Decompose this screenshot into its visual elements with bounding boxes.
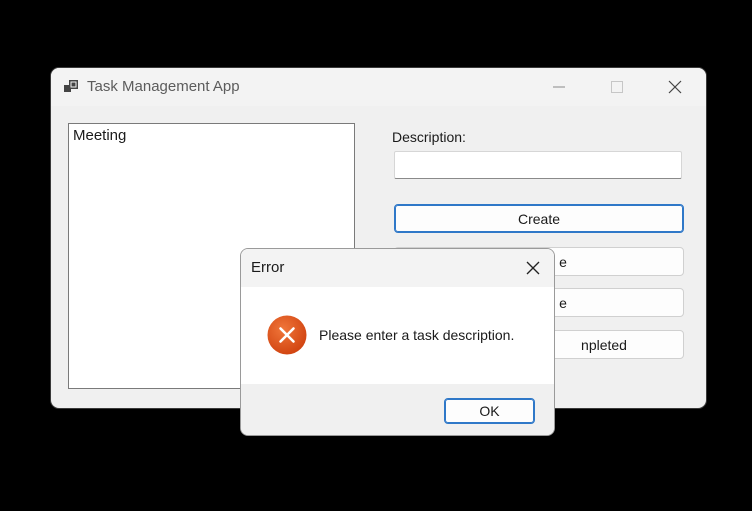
create-button[interactable]: Create: [394, 204, 684, 233]
error-icon: [267, 315, 307, 355]
ok-button[interactable]: OK: [444, 398, 535, 424]
window-title: Task Management App: [87, 78, 240, 95]
list-item[interactable]: Meeting: [73, 127, 350, 145]
app-icon: [64, 80, 78, 92]
dialog-footer: OK: [241, 384, 554, 435]
dialog-title-bar[interactable]: Error: [241, 249, 554, 287]
description-label: Description:: [392, 129, 466, 145]
dialog-title: Error: [251, 259, 285, 276]
dialog-body: Please enter a task description.: [241, 287, 554, 384]
description-input[interactable]: [394, 151, 682, 179]
title-bar[interactable]: Task Management App: [51, 68, 706, 106]
maximize-icon: [611, 81, 623, 93]
maximize-button[interactable]: [594, 68, 640, 106]
button-4-label: npleted: [581, 336, 627, 353]
dialog-close-button[interactable]: [513, 249, 553, 287]
minimize-button[interactable]: [536, 68, 582, 106]
error-dialog: Error Please enter a task description. O…: [240, 248, 555, 436]
dialog-message: Please enter a task description.: [319, 327, 515, 343]
button-3-label: e: [559, 294, 567, 311]
close-icon: [526, 261, 540, 275]
minimize-icon: [553, 86, 565, 88]
button-2-label: e: [559, 253, 567, 270]
close-icon: [668, 80, 682, 94]
close-button[interactable]: [652, 68, 698, 106]
